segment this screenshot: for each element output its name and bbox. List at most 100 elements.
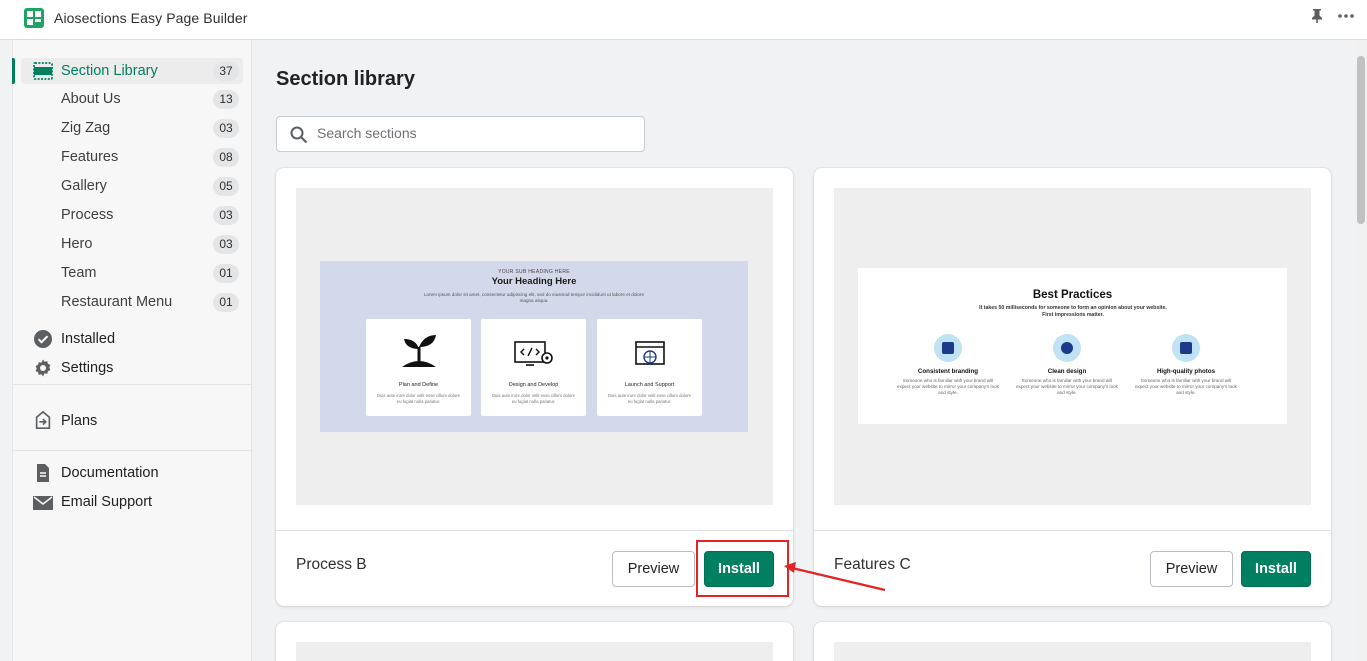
divider [13, 384, 252, 385]
thumb-step-card: Plan and Define Duis aute irure dolor ve… [366, 319, 471, 416]
preview-button[interactable]: Preview [612, 551, 695, 587]
thumb-step-desc: Duis aute irure dolor velit esse cillum … [376, 393, 461, 404]
browser-globe-icon [635, 341, 665, 365]
sidebar-item-label: Settings [61, 360, 114, 376]
sidebar-item-email-support[interactable]: Email Support [21, 489, 243, 515]
sidebar-item-features[interactable]: Features 08 [21, 144, 243, 170]
section-thumbnail: Best Practices It takes 50 milliseconds … [834, 188, 1311, 505]
sidebar-item-restaurant-menu[interactable]: Restaurant Menu 01 [21, 289, 243, 315]
thumbnail-image: YOUR SUB HEADING HERE Your Heading Here … [320, 261, 748, 432]
sidebar-item-label: Restaurant Menu [61, 294, 173, 310]
sidebar-item-label: Installed [61, 331, 116, 347]
card-footer: Features C Preview Install [814, 530, 1331, 606]
thumb-description: It takes 50 milliseconds for someone to … [979, 305, 1167, 318]
divider [13, 450, 252, 451]
app-title: Aiosections Easy Page Builder [54, 10, 248, 26]
thumb-description: Lorem ipsum dolor sit amet, consectetur … [423, 292, 645, 303]
section-name: Process B [296, 556, 367, 573]
count-badge: 03 [213, 235, 239, 254]
sidebar-item-about-us[interactable]: About Us 13 [21, 86, 243, 112]
sidebar-item-label: Hero [61, 236, 93, 252]
section-card: Best Practices It takes 50 milliseconds … [814, 168, 1331, 606]
install-button[interactable]: Install [1241, 551, 1311, 587]
code-monitor-icon [514, 341, 553, 366]
count-badge: 05 [213, 177, 239, 196]
palette-icon [1053, 334, 1081, 362]
thumb-feature-desc: Someone who is familiar with your brand … [1135, 378, 1237, 395]
sidebar-item-label: Process [61, 207, 114, 223]
count-badge: 37 [213, 62, 239, 81]
sidebar-item-label: Features [61, 149, 119, 165]
grid-logo-icon [24, 8, 44, 28]
sidebar-item-documentation[interactable]: Documentation [21, 460, 243, 486]
search-input[interactable] [317, 125, 627, 141]
count-badge: 03 [213, 119, 239, 138]
search-field[interactable] [276, 116, 645, 152]
thumb-heading: Best Practices [1032, 289, 1113, 301]
thumb-feature-title: High-quality photos [1156, 368, 1216, 375]
arrow-annotation [784, 562, 886, 592]
count-badge: 08 [213, 148, 239, 167]
thumb-step-card: Design and Develop Duis aute irure dolor… [481, 319, 586, 416]
search-icon [290, 126, 308, 144]
sidebar-item-label: Plans [61, 413, 98, 429]
gear-icon [35, 359, 51, 377]
thumb-step-desc: Duis aute irure dolor velit esse cillum … [491, 393, 576, 404]
section-thumbnail [296, 642, 773, 661]
preview-button[interactable]: Preview [1150, 551, 1233, 587]
layers-icon [934, 334, 962, 362]
section-thumbnail [834, 642, 1311, 661]
sidebar-item-label: Email Support [61, 494, 153, 510]
count-badge: 01 [213, 293, 239, 312]
thumb-feature-desc: Someone who is familiar with your brand … [897, 378, 999, 395]
pin-icon[interactable] [1310, 8, 1324, 28]
thumb-step-title: Design and Develop [508, 382, 559, 388]
sidebar-item-team[interactable]: Team 01 [21, 260, 243, 286]
sidebar-item-label: Gallery [61, 178, 107, 194]
check-circle-icon [34, 330, 52, 348]
sidebar-item-gallery[interactable]: Gallery 05 [21, 173, 243, 199]
sidebar-item-hero[interactable]: Hero 03 [21, 231, 243, 257]
sidebar-item-process[interactable]: Process 03 [21, 202, 243, 228]
page-title: Section library [276, 68, 415, 90]
sidebar-item-label: Team [61, 265, 97, 281]
count-badge: 03 [213, 206, 239, 225]
scrollbar-thumb[interactable] [1357, 56, 1365, 224]
sidebar-item-section-library[interactable]: Section Library 37 [21, 58, 243, 84]
sidebar-item-label: Documentation [61, 465, 159, 481]
document-icon [37, 464, 49, 482]
section-card [276, 622, 793, 661]
sidebar-item-label: Zig Zag [61, 120, 111, 136]
sidebar-item-plans[interactable]: Plans [21, 408, 243, 434]
count-badge: 13 [213, 90, 239, 109]
sidebar-item-label: Section Library [61, 63, 158, 79]
app-header: Aiosections Easy Page Builder [0, 0, 1367, 40]
sidebar-item-installed[interactable]: Installed [21, 326, 243, 352]
scrollbar[interactable] [1355, 40, 1367, 661]
count-badge: 01 [213, 264, 239, 283]
image-icon [1172, 334, 1200, 362]
thumb-feature-title: Clean design [1047, 368, 1087, 375]
thumb-step-title: Launch and Support [624, 382, 675, 388]
section-thumbnail: YOUR SUB HEADING HERE Your Heading Here … [296, 188, 773, 505]
thumb-heading: Your Heading Here [491, 276, 577, 287]
sidebar-item-label: About Us [61, 91, 121, 107]
more-horizontal-icon[interactable] [1336, 4, 1356, 29]
thumb-subheading: YOUR SUB HEADING HERE [498, 269, 570, 275]
thumbnail-image: Best Practices It takes 50 milliseconds … [858, 268, 1287, 424]
section-library-icon [33, 62, 53, 80]
thumb-step-desc: Duis aute irure dolor velit esse cillum … [607, 393, 692, 404]
active-indicator [12, 58, 15, 84]
plant-icon [402, 335, 436, 367]
sidebar-item-zig-zag[interactable]: Zig Zag 03 [21, 115, 243, 141]
thumb-step-card: Launch and Support Duis aute irure dolor… [597, 319, 702, 416]
envelope-icon [33, 496, 53, 510]
sidebar-item-settings[interactable]: Settings [21, 355, 243, 381]
highlight-box [696, 540, 789, 597]
sidebar: Section Library 37 About Us 13 Zig Zag 0… [12, 40, 252, 661]
thumb-feature-desc: Someone who is familiar with your brand … [1016, 378, 1118, 395]
plans-icon [35, 410, 51, 429]
section-card [814, 622, 1331, 661]
thumb-feature-title: Consistent branding [917, 368, 979, 375]
thumb-step-title: Plan and Define [398, 382, 439, 388]
